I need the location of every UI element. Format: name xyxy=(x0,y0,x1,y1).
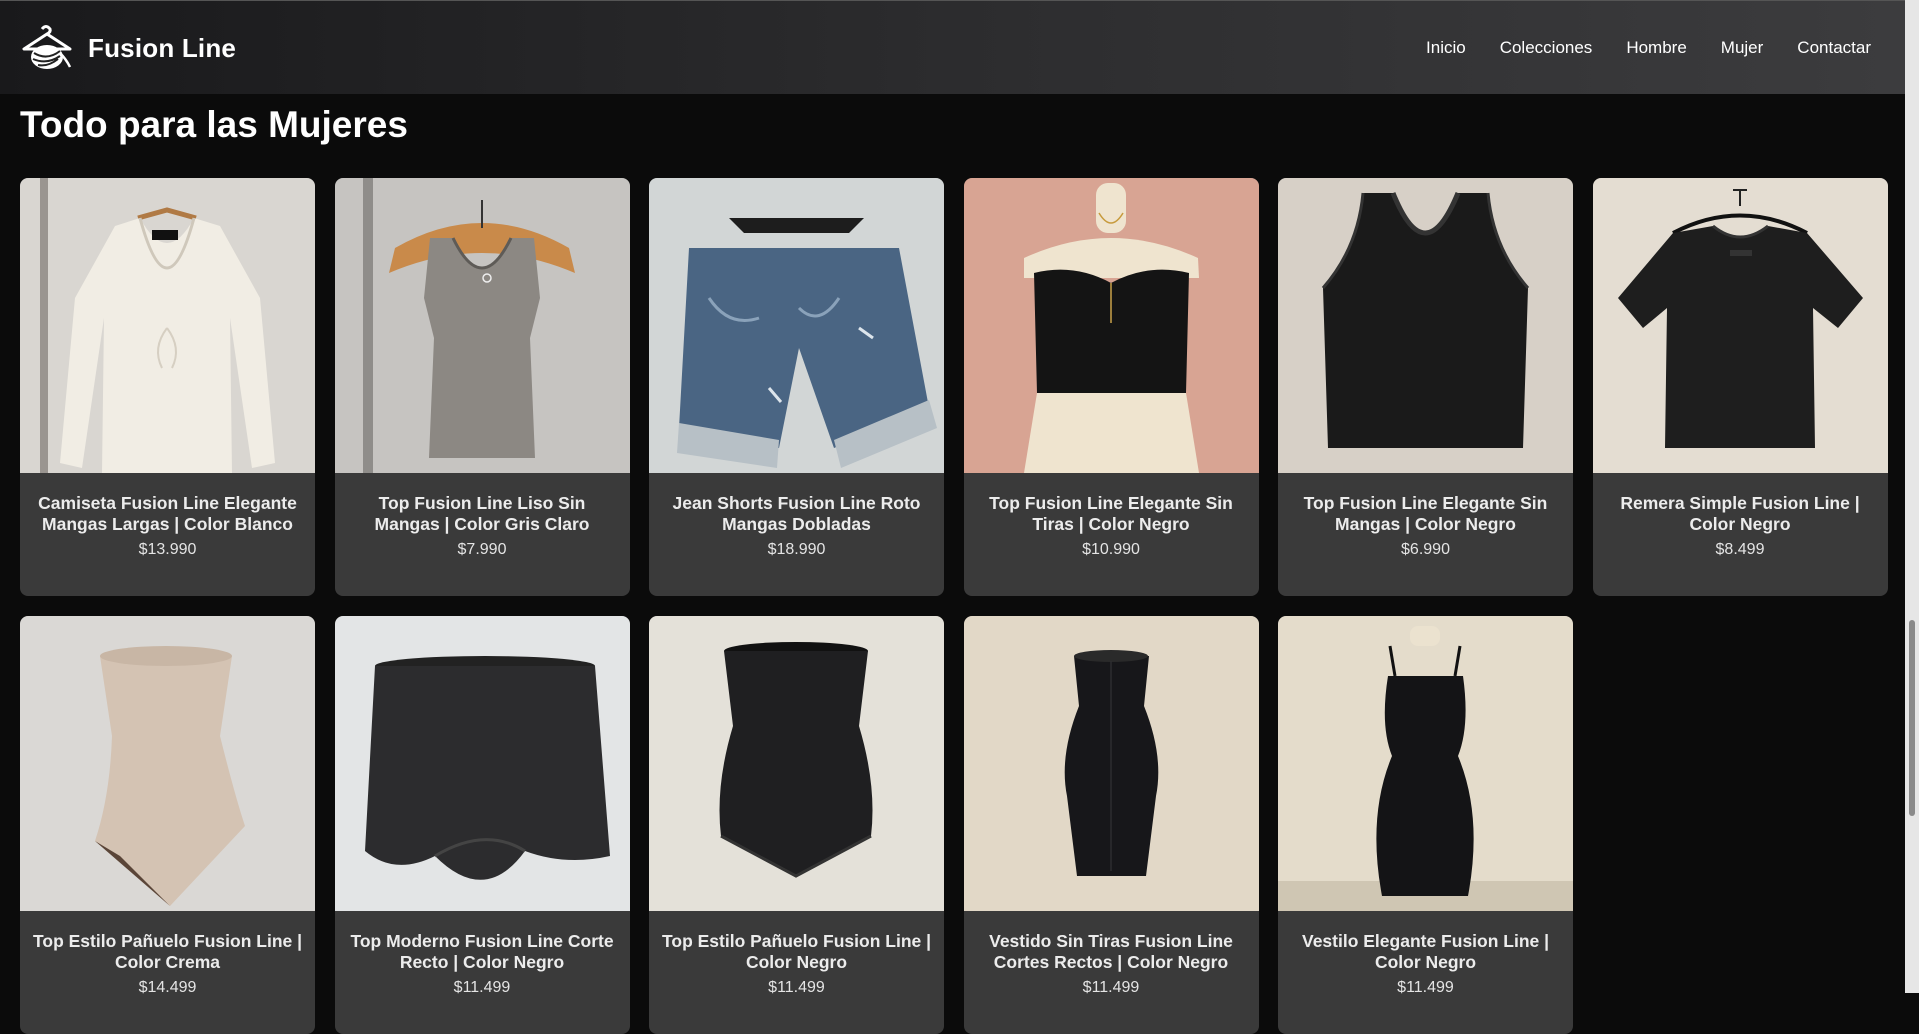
product-price: $7.990 xyxy=(457,541,507,558)
product-name[interactable]: Top Fusion Line Liso Sin Mangas | Color … xyxy=(347,493,618,535)
brand-name: Fusion Line xyxy=(88,32,237,63)
product-name[interactable]: Top Moderno Fusion Line Corte Recto | Co… xyxy=(347,931,618,973)
product-card[interactable]: Jean Shorts Fusion Line Roto Mangas Dobl… xyxy=(649,178,944,596)
product-price: $11.499 xyxy=(1397,979,1454,996)
nav-link-contactar[interactable]: Contactar xyxy=(1797,38,1871,58)
scrollbar-thumb[interactable] xyxy=(1909,620,1915,816)
product-price: $18.990 xyxy=(767,541,826,558)
product-name[interactable]: Vestilo Elegante Fusion Line | Color Neg… xyxy=(1290,931,1561,973)
black-tshirt-image xyxy=(1592,178,1888,473)
black-strapless-top-image xyxy=(963,178,1259,473)
product-name[interactable]: Vestido Sin Tiras Fusion Line Cortes Rec… xyxy=(976,931,1247,973)
nav-link-hombre[interactable]: Hombre xyxy=(1626,38,1686,58)
gray-tank-top-image xyxy=(334,178,630,473)
product-price: $6.990 xyxy=(1401,541,1450,558)
hanger-yarn-logo-icon xyxy=(22,25,72,69)
product-card[interactable]: Top Estilo Pañuelo Fusion Line | Color N… xyxy=(649,616,944,1034)
product-card[interactable]: Vestilo Elegante Fusion Line | Color Neg… xyxy=(1278,616,1573,1034)
black-elegant-dress-image xyxy=(1278,616,1573,911)
product-card[interactable]: Top Estilo Pañuelo Fusion Line | Color C… xyxy=(20,616,315,1034)
brand[interactable]: Fusion Line xyxy=(20,23,236,73)
product-card[interactable]: Top Fusion Line Elegante Sin Tiras | Col… xyxy=(963,178,1259,596)
product-card[interactable]: Top Moderno Fusion Line Corte Recto | Co… xyxy=(334,616,630,1034)
black-strapless-dress-image xyxy=(963,616,1259,911)
product-grid: Camiseta Fusion Line Elegante Mangas Lar… xyxy=(20,178,1888,1034)
product-name[interactable]: Jean Shorts Fusion Line Roto Mangas Dobl… xyxy=(661,493,932,535)
product-card[interactable]: Remera Simple Fusion Line | Color Negro … xyxy=(1592,178,1888,596)
product-card[interactable]: Top Fusion Line Liso Sin Mangas | Color … xyxy=(334,178,630,596)
product-price: $14.499 xyxy=(138,979,197,996)
site-header: Fusion Line Inicio Colecciones Hombre Mu… xyxy=(0,0,1905,94)
nav-link-colecciones[interactable]: Colecciones xyxy=(1500,38,1593,58)
main-nav: Inicio Colecciones Hombre Mujer Contacta… xyxy=(1426,38,1871,58)
product-price: $11.499 xyxy=(768,979,825,996)
page-title: Todo para las Mujeres xyxy=(20,104,408,145)
denim-shorts-image xyxy=(649,178,944,473)
product-price: $10.990 xyxy=(1082,541,1140,558)
product-price: $11.499 xyxy=(1082,979,1140,996)
black-modern-top-image xyxy=(334,616,630,911)
page-scrollbar[interactable] xyxy=(1905,0,1919,993)
white-long-sleeve-shirt-image xyxy=(20,178,315,473)
nav-link-mujer[interactable]: Mujer xyxy=(1721,38,1764,58)
product-name[interactable]: Remera Simple Fusion Line | Color Negro xyxy=(1605,493,1876,535)
product-price: $13.990 xyxy=(138,541,197,558)
product-card[interactable]: Camiseta Fusion Line Elegante Mangas Lar… xyxy=(20,178,315,596)
black-sleeveless-top-image xyxy=(1278,178,1573,473)
cream-scarf-top-image xyxy=(20,616,315,911)
product-card[interactable]: Top Fusion Line Elegante Sin Mangas | Co… xyxy=(1278,178,1573,596)
black-scarf-top-image xyxy=(649,616,944,911)
product-name[interactable]: Top Fusion Line Elegante Sin Tiras | Col… xyxy=(976,493,1247,535)
product-card[interactable]: Vestido Sin Tiras Fusion Line Cortes Rec… xyxy=(963,616,1259,1034)
product-name[interactable]: Top Estilo Pañuelo Fusion Line | Color C… xyxy=(32,931,303,973)
product-name[interactable]: Top Estilo Pañuelo Fusion Line | Color N… xyxy=(661,931,932,973)
product-price: $8.499 xyxy=(1715,541,1765,558)
product-name[interactable]: Camiseta Fusion Line Elegante Mangas Lar… xyxy=(32,493,303,535)
product-price: $11.499 xyxy=(453,979,511,996)
nav-link-inicio[interactable]: Inicio xyxy=(1426,38,1466,58)
product-name[interactable]: Top Fusion Line Elegante Sin Mangas | Co… xyxy=(1290,493,1561,535)
